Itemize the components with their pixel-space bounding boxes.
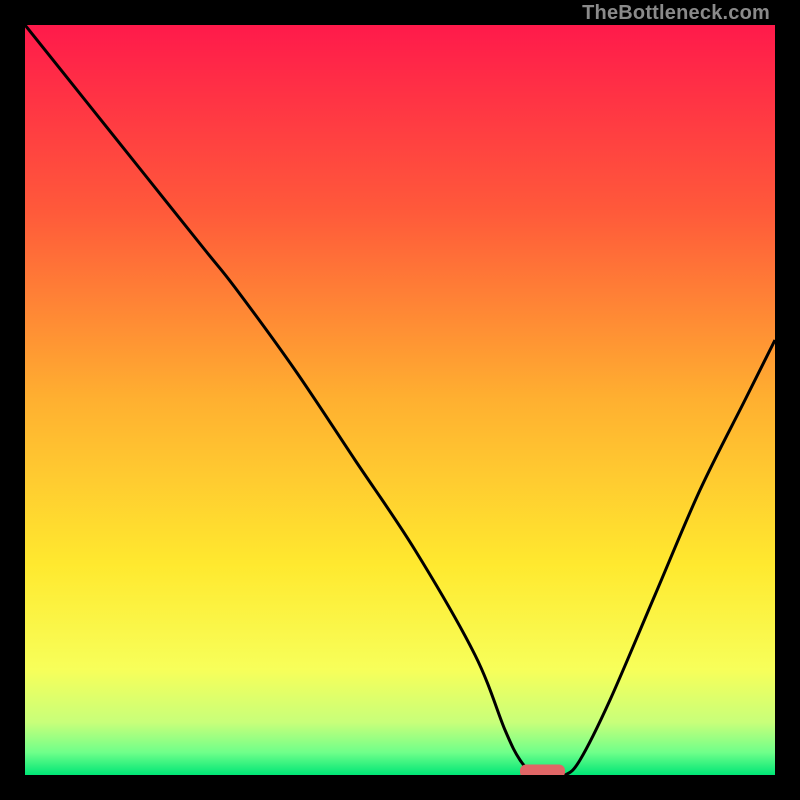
bottleneck-chart [25,25,775,775]
watermark-text: TheBottleneck.com [582,2,770,25]
chart-frame [25,25,775,775]
gradient-background [25,25,775,775]
optimal-marker [520,765,565,776]
